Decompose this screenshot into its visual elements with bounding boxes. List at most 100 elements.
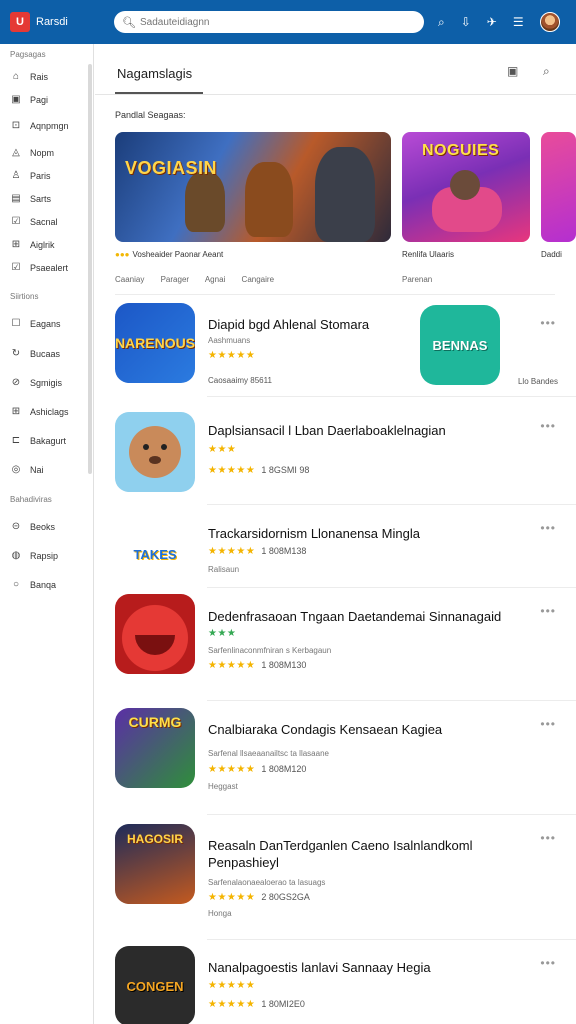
search-icon: 🔍︎ [122,16,136,29]
sidebar-item[interactable]: ◎ Nai [10,464,44,475]
sidebar-item-label: Bucaas [30,348,61,359]
banner-caption: Renlifa Ulaaris [402,250,455,259]
sidebar-item[interactable]: ↻ Bucaas [10,348,60,359]
sidebar-item[interactable]: ○ Banqa [10,579,56,590]
more-options-icon[interactable]: ••• [540,717,556,731]
banner-title: NOGUIES [422,142,500,159]
sidebar-item[interactable]: ⌂ Rais [10,71,48,82]
tag[interactable]: Cangaire [242,275,274,284]
more-options-icon[interactable]: ••• [540,604,556,618]
tag[interactable]: Caaniay [115,275,144,284]
sidebar-item[interactable]: ⊡ Aqnpmgn [10,120,69,131]
sidebar-item-label: Aiglrik [30,239,55,250]
app-icon[interactable] [115,412,195,492]
more-options-icon[interactable]: ••• [540,316,556,330]
search-bar[interactable]: 🔍︎ [114,11,424,33]
rating-line: ★★★★★ 1 808M130 [208,660,306,671]
divider [207,504,576,505]
rating-stars: ★★★★★ [208,546,256,557]
featured-banner[interactable] [541,132,576,242]
sidebar-item[interactable]: ⊘ Sgmigis [10,377,62,388]
sidebar-item-label: Bakagurt [30,435,67,446]
app-name[interactable]: Daplsiansacil l Lban Daerlaboaklelnagian [208,422,538,439]
sidebar-item[interactable]: ♙ Paris [10,170,51,181]
main-content: Nagamslagis ▣ ⌕ Pandlal Seagaas: VOGIASI… [95,44,576,1024]
more-options-icon[interactable]: ••• [540,521,556,535]
sidebar-item-label: Sarts [30,193,52,204]
app-name[interactable]: Nanalpagoestis lanlavi Sannaay Hegia [208,959,538,976]
sidebar-item[interactable]: ⊞ Aiglrik [10,239,55,250]
sidebar-item-label: Pagi [30,94,49,105]
sidebar-item[interactable]: ◍ Rapsip [10,550,58,561]
app-logo[interactable]: U [10,12,30,32]
more-options-icon[interactable]: ••• [540,956,556,970]
top-bar: U Rarsdi 🔍︎ ⌕ ⇩ ✈ ☰ [0,0,576,44]
banner-title: VOGIASIN [125,158,218,178]
sidebar-item[interactable]: ⊝ Beoks [10,521,55,532]
character-figure [129,426,181,478]
tag[interactable]: Parenan [402,275,432,284]
sidebar: Pagsagas ⌂ Rais ▣ Pagi ⊡ Aqnpmgn ◬ Nopm ♙ Par… [0,44,94,1024]
rating-count: 1 808M120 [261,764,307,774]
top-actions: ⌕ ⇩ ✈ ☰ [438,12,560,32]
download-icon[interactable]: ⇩ [461,15,471,29]
sidebar-item-label: Psaealert [30,262,69,273]
person-icon: ♙ [11,170,21,181]
app-subtitle: Sarfenlinaconmfniran s Kerbagaun [208,646,332,655]
app-icon[interactable]: NARENOUS [115,303,195,383]
app-subtitle: Sarfenal llsaeaanailtsc ta llasaane [208,749,329,758]
sidebar-item[interactable]: ☐ Eagans [10,318,61,329]
app-name[interactable]: Cnalbiaraka Condagis Kensaean Kagiea [208,721,538,738]
sidebar-section-title: Pagsagas [10,50,46,59]
menu-icon[interactable]: ☰ [513,15,524,29]
more-options-icon[interactable]: ••• [540,831,556,845]
checkbox-icon: ☑ [11,216,21,227]
sidebar-item[interactable]: ☑ Psaealert [10,262,69,273]
featured-banner[interactable]: NOGUIES [402,132,530,242]
avatar[interactable] [539,12,560,32]
tag[interactable]: Agnai [205,275,225,284]
app-subtitle: Heggast [208,782,238,791]
app-icon[interactable]: TAKES [115,514,195,594]
more-options-icon[interactable]: ••• [540,419,556,433]
grid-icon: ⊞ [11,239,21,250]
featured-banner[interactable]: VOGIASIN [115,132,391,242]
rating-stars: ★★★★★ [208,660,256,671]
rating-stars: ★★★★★ [208,465,256,476]
sidebar-item-label: Sgmigis [30,377,63,388]
sidebar-item-label: Beoks [30,521,56,532]
sidebar-item-label: Ashiclags [30,406,69,417]
app-name[interactable]: Trackarsidornism Llonanensa Mingla [208,525,538,542]
plane-icon[interactable]: ✈ [487,15,497,29]
rating-stars: ★★★★★ [208,350,256,361]
app-name[interactable]: Dedenfrasaoan Tngaan Daetandemai Sinnana… [208,608,538,625]
app-subtitle: Ralisaun [208,565,240,574]
app-icon[interactable]: HAGOSIR [115,824,195,904]
app-icon[interactable]: BENNAS [420,305,500,385]
sidebar-scrollbar[interactable] [88,64,92,474]
rating-count: 1 8GSMI 98 [261,465,310,475]
sidebar-item-label: Banqa [30,579,57,590]
app-icon[interactable]: CURMG [115,708,195,788]
app-name[interactable]: Reasaln DanTerdganlen Caeno Isalnlandkom… [208,837,538,871]
eye-shape [143,444,149,450]
tag[interactable]: Parager [161,275,189,284]
sidebar-item[interactable]: ⊏ Bakagurt [10,435,66,446]
calendar-icon[interactable]: ▣ [507,64,518,78]
banner-caption-text: Vosheaider Paonar Aeant [132,250,224,259]
app-icon[interactable] [115,594,195,674]
sidebar-item[interactable]: ▣ Pagi [10,94,48,105]
search-icon[interactable]: ⌕ [438,15,445,30]
target-icon: ◎ [11,464,21,475]
app-name[interactable]: Diapid bgd Ahlenal Stomara [208,316,408,333]
search-input[interactable] [139,16,416,28]
sidebar-item[interactable]: ☑ Sacnal [10,216,58,227]
sidebar-item[interactable]: ⊞ Ashiclags [10,406,69,417]
character-figure [315,147,375,242]
bracket-icon: ⊏ [11,435,21,446]
sidebar-item[interactable]: ▤ Sarts [10,193,51,204]
search-icon[interactable]: ⌕ [543,64,550,79]
sidebar-item[interactable]: ◬ Nopm [10,147,54,158]
sidebar-section-title: Siirtions [10,292,39,301]
app-icon[interactable]: CONGEN [115,946,195,1024]
